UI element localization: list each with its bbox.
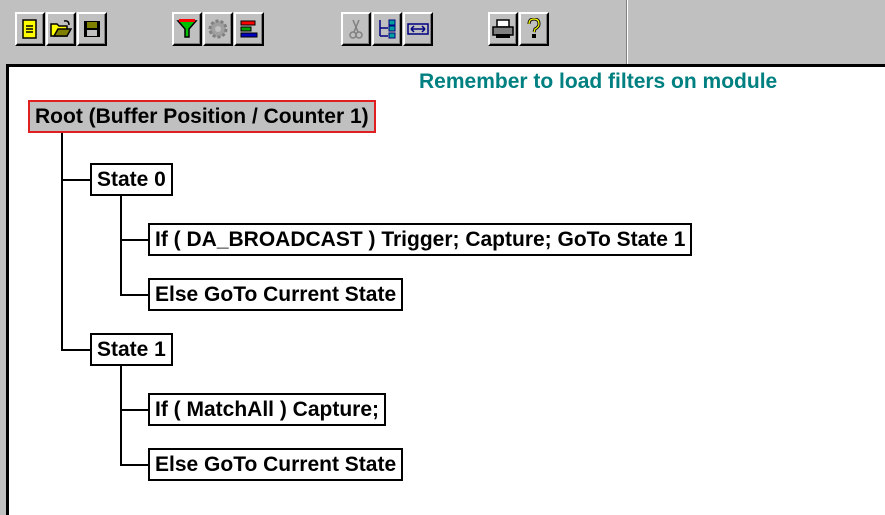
gear-button[interactable] [203,12,233,46]
tree-connector-state0-else [120,294,149,296]
printer-icon [492,19,514,39]
tree-connector-state0 [61,179,91,181]
stacked-bars-icon [239,19,259,39]
expand-width-button[interactable] [403,12,433,46]
filter-funnel-icon [176,18,198,40]
tree-insert-icon [376,18,398,40]
cut-button[interactable] [341,12,371,46]
scissors-disabled-icon [348,18,364,40]
tree-node-state1-if-rule[interactable]: If ( MatchAll ) Capture; [148,393,386,426]
tree-connector-state1-if [120,409,149,411]
save-disk-icon [83,20,101,38]
tree-node-state0-if-rule[interactable]: If ( DA_BROADCAST ) Trigger; Capture; Go… [148,223,693,256]
new-button[interactable] [15,12,45,46]
help-question-icon [527,18,541,40]
tree-connector-state0-trunk [120,196,122,295]
save-button[interactable] [77,12,107,46]
gear-disabled-icon [207,18,229,40]
tree-connector-root-trunk [61,133,63,350]
tree-node-root[interactable]: Root (Buffer Position / Counter 1) [28,100,376,133]
open-button[interactable] [46,12,76,46]
tree-node-state-0[interactable]: State 0 [90,163,173,196]
tree-node-state-1[interactable]: State 1 [90,333,173,366]
tree-insert-button[interactable] [372,12,402,46]
tree-node-state0-else-rule[interactable]: Else GoTo Current State [148,278,404,311]
filter-button[interactable] [172,12,202,46]
load-filters-notice: Remember to load filters on module [419,70,778,93]
tree-connector-state1 [61,349,91,351]
tree-connector-state0-if [120,239,149,241]
print-button[interactable] [488,12,518,46]
tree-connector-state1-trunk [120,366,122,465]
bars-button[interactable] [234,12,264,46]
new-icon [22,19,38,39]
tree-connector-state1-else [120,464,149,466]
help-button[interactable] [519,12,549,46]
toolbar-divider-highlight [627,0,628,64]
tree-node-state1-else-rule[interactable]: Else GoTo Current State [148,448,404,481]
open-folder-icon [50,20,72,38]
toolbar [0,0,885,64]
expand-width-icon [407,21,429,37]
